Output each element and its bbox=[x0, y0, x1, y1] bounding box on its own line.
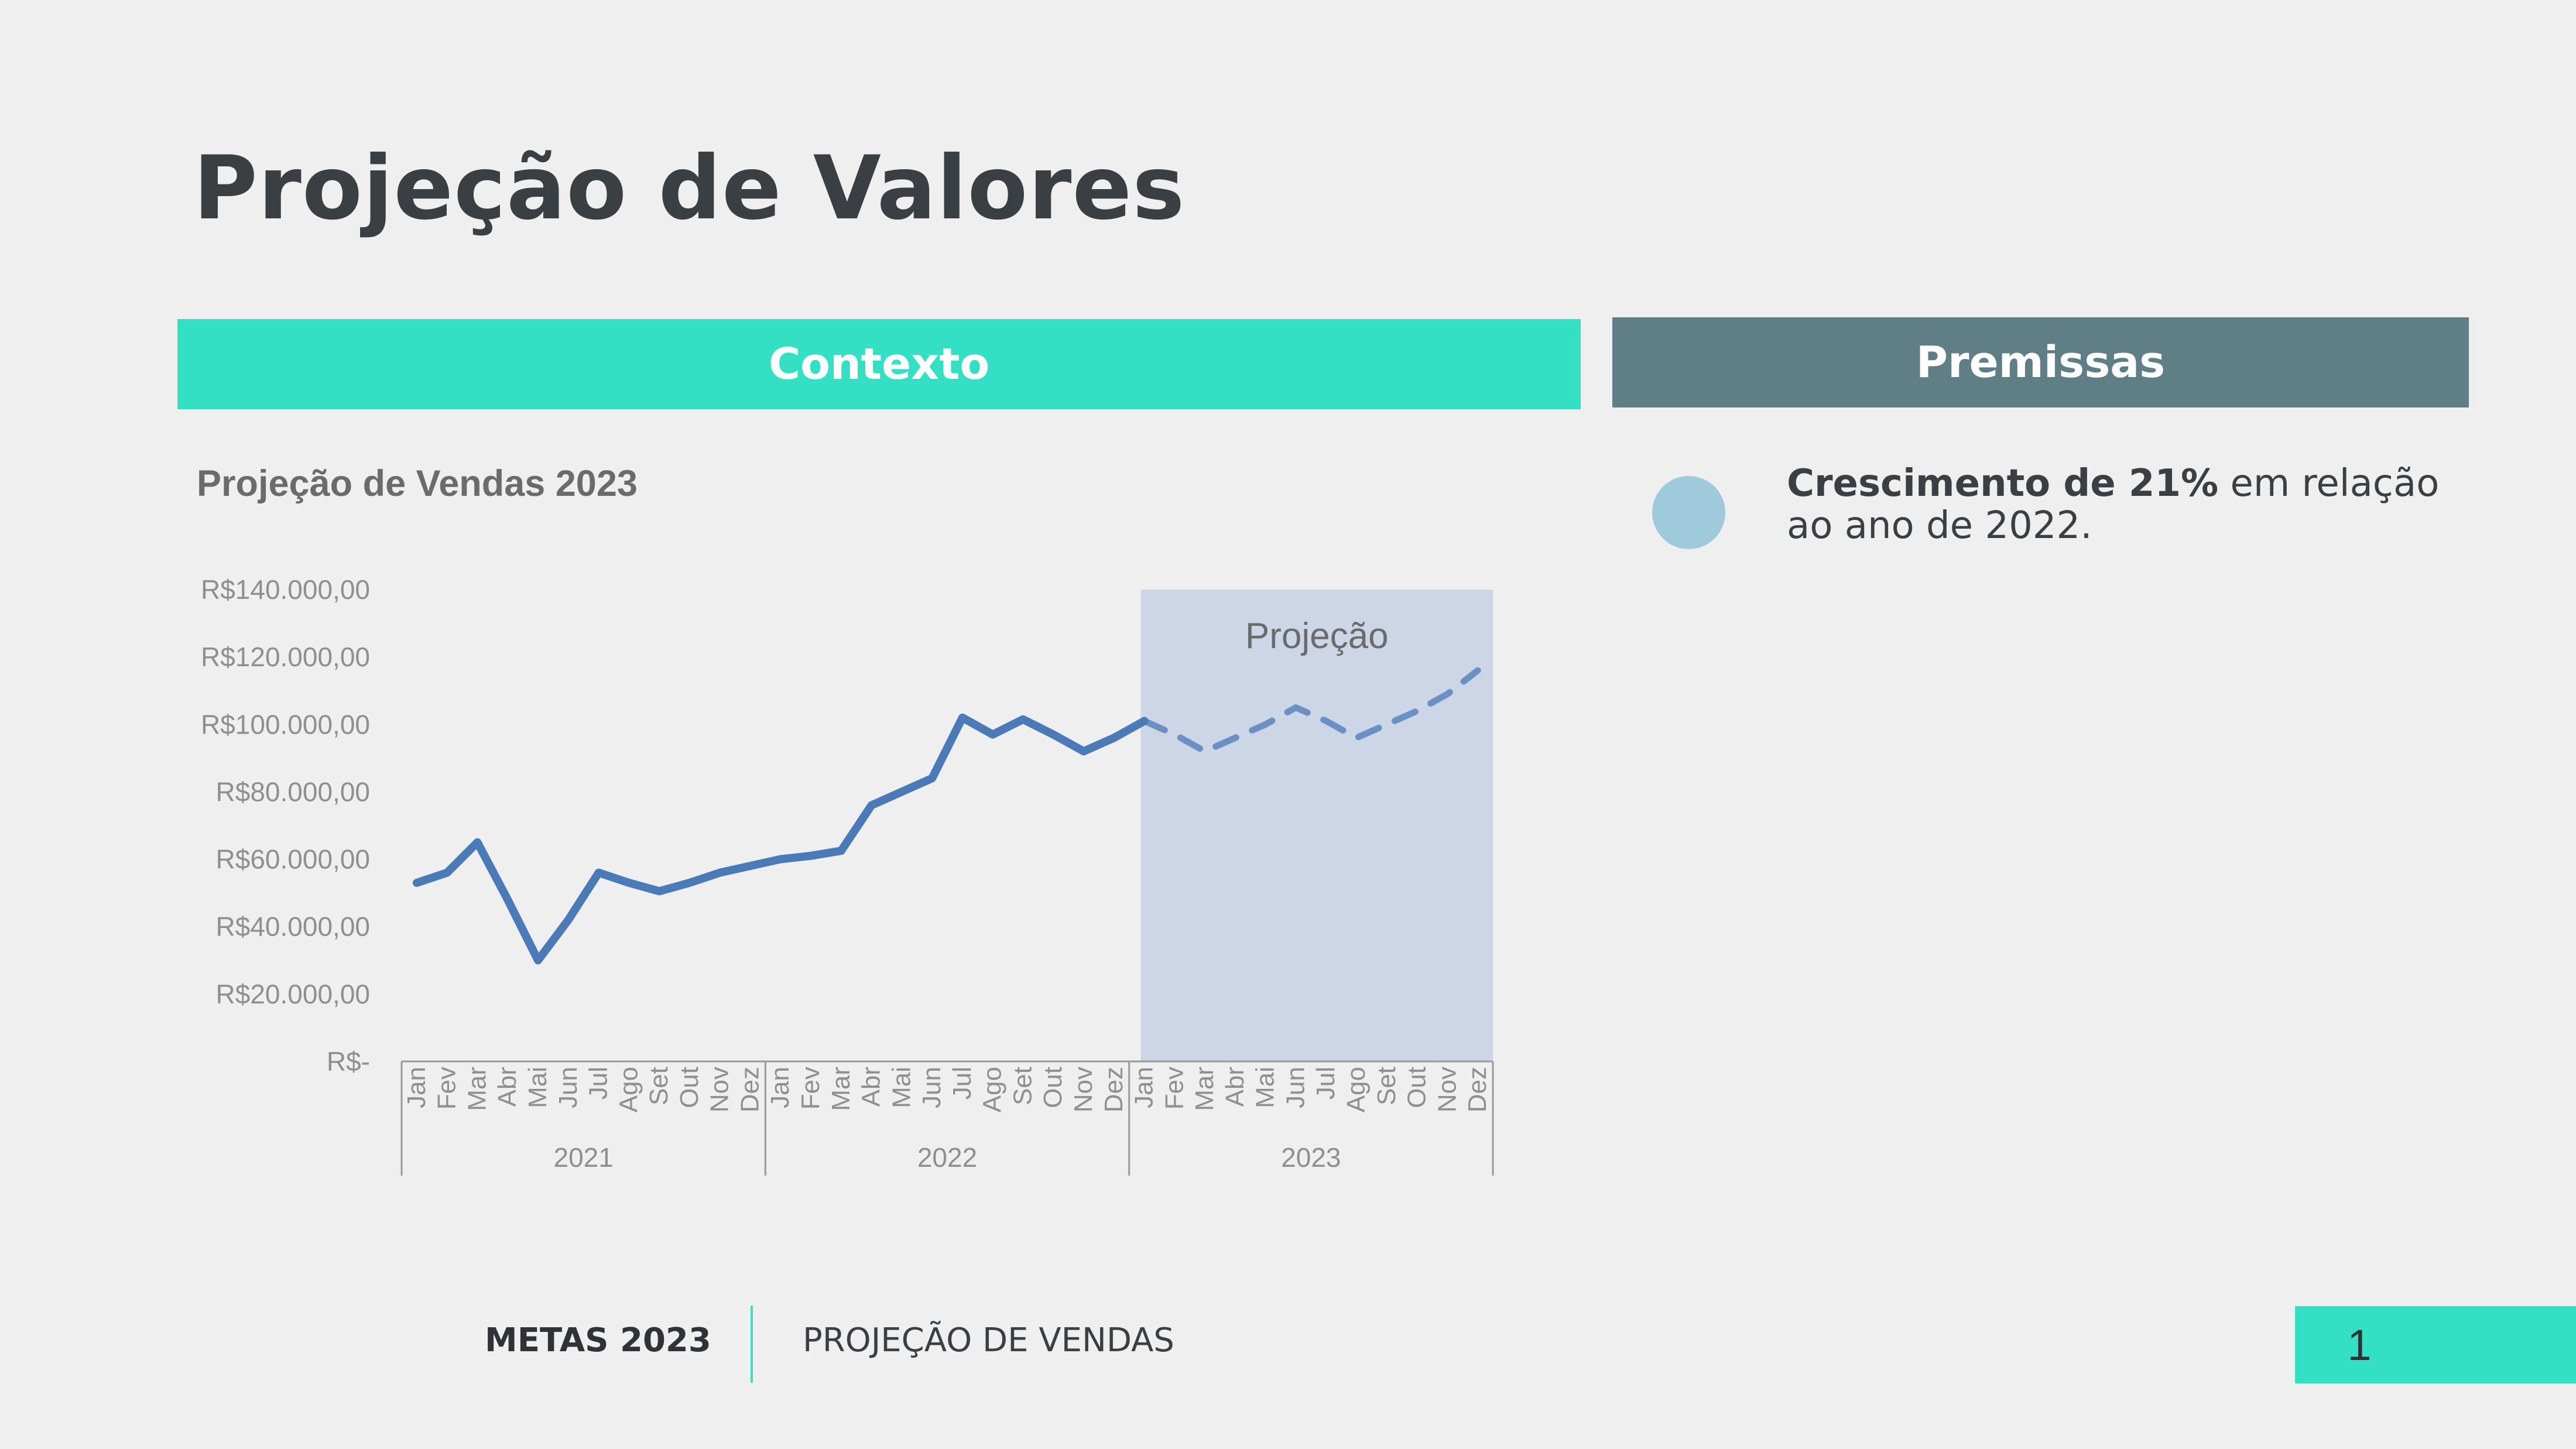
month-label: Jun bbox=[554, 1067, 583, 1108]
page-number: 1 bbox=[2347, 1320, 2372, 1369]
month-label: Mai bbox=[1251, 1067, 1280, 1108]
month-label: Dez bbox=[1099, 1067, 1128, 1112]
year-label: 2023 bbox=[1281, 1142, 1341, 1173]
year-label: 2021 bbox=[553, 1142, 613, 1173]
month-label: Mai bbox=[887, 1067, 916, 1108]
premise-bold: Crescimento de 21% bbox=[1787, 462, 2219, 505]
month-label: Nov bbox=[1069, 1067, 1098, 1112]
month-label: Mar bbox=[463, 1067, 491, 1111]
month-label: Jan bbox=[766, 1067, 794, 1108]
projection-label: Projeção bbox=[1245, 616, 1389, 656]
month-label: Jun bbox=[1281, 1067, 1310, 1108]
month-label: Nov bbox=[1433, 1067, 1461, 1112]
page-number-box: 1 bbox=[2295, 1306, 2576, 1383]
month-label: Mai bbox=[523, 1067, 552, 1108]
month-label: Jun bbox=[917, 1067, 946, 1108]
y-tick-label: R$140.000,00 bbox=[201, 574, 370, 605]
month-label: Jan bbox=[1130, 1067, 1159, 1108]
month-label: Set bbox=[645, 1067, 673, 1105]
month-label: Out bbox=[675, 1067, 704, 1108]
month-label: Abr bbox=[493, 1067, 522, 1107]
month-label: Ago bbox=[1342, 1067, 1371, 1112]
y-tick-label: R$120.000,00 bbox=[201, 642, 370, 672]
projection-band bbox=[1140, 590, 1493, 1061]
month-label: Mar bbox=[827, 1067, 855, 1111]
month-label: Out bbox=[1403, 1067, 1431, 1108]
month-label: Dez bbox=[1463, 1067, 1492, 1112]
month-label: Mar bbox=[1190, 1067, 1219, 1111]
month-label: Out bbox=[1039, 1067, 1067, 1108]
footer-divider bbox=[751, 1306, 753, 1383]
month-label: Ago bbox=[614, 1067, 643, 1112]
actual-series-line bbox=[412, 713, 1149, 965]
month-label: Jul bbox=[948, 1067, 977, 1099]
month-label: Ago bbox=[978, 1067, 1007, 1112]
y-tick-label: R$80.000,00 bbox=[216, 776, 370, 807]
y-tick-label: R$40.000,00 bbox=[216, 912, 370, 942]
month-label: Jan bbox=[402, 1067, 431, 1108]
y-tick-label: R$20.000,00 bbox=[216, 979, 370, 1009]
month-label: Nov bbox=[705, 1067, 734, 1112]
year-label: 2022 bbox=[917, 1142, 977, 1173]
footer-title: METAS 2023 bbox=[485, 1321, 711, 1359]
premise-text: Crescimento de 21% em relação ao ano de … bbox=[1787, 463, 2448, 547]
month-label: Dez bbox=[735, 1067, 764, 1112]
y-tick-label: R$60.000,00 bbox=[216, 844, 370, 875]
month-label: Fev bbox=[433, 1067, 461, 1109]
y-tick-label: R$100.000,00 bbox=[201, 709, 370, 739]
sales-projection-chart: Projeção R$- R$20.000,00 R$40.000,00 R$60.00… bbox=[201, 574, 1494, 1176]
month-label: Fev bbox=[796, 1067, 825, 1109]
month-label: Abr bbox=[1221, 1067, 1249, 1107]
month-label: Jul bbox=[584, 1067, 613, 1099]
y-tick-label: R$- bbox=[327, 1046, 370, 1077]
month-label: Jul bbox=[1311, 1067, 1340, 1099]
month-label: Fev bbox=[1160, 1067, 1188, 1109]
month-label: Set bbox=[1372, 1067, 1401, 1105]
bullet-circle-icon bbox=[1652, 476, 1725, 549]
month-label: Abr bbox=[857, 1067, 886, 1107]
month-label: Set bbox=[1008, 1067, 1037, 1105]
footer-subtitle: PROJEÇÃO DE VENDAS bbox=[803, 1321, 1174, 1359]
